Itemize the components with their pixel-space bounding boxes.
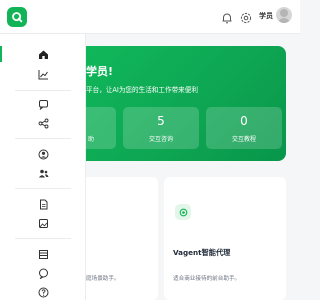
logo-icon[interactable] [7,7,27,27]
sidebar-item-help[interactable] [35,284,51,300]
bell-icon[interactable] [220,10,234,24]
sidebar-item-profile[interactable] [35,146,51,162]
welcome-subtitle: 平台，让AI为您的生活和工作带来便利 [86,86,198,94]
stat-card-tutorials[interactable]: 0 交互教程 [206,107,282,149]
agent-icon [175,204,191,220]
assistant-card-vagent[interactable]: Vagent智能代理 适合商业接待的前台助手。 [164,177,286,300]
sidebar-divider [15,238,71,239]
sidebar-item-documents[interactable] [35,196,51,212]
home-icon [38,50,48,59]
sidebar-item-table[interactable] [35,246,51,262]
sidebar-item-share[interactable] [35,115,51,131]
sidebar-item-messages[interactable] [35,265,51,281]
assistant-card-home[interactable]: 庭场景助手。 [86,177,158,300]
stat-value: 5 [157,114,165,128]
top-bar: 学员 [0,0,300,34]
welcome-banner: 学员! 平台，让AI为您的生活和工作带来便利 助 5 交互咨询 0 交互教程 [86,46,286,161]
sidebar-item-images[interactable] [35,215,51,231]
card-title: Vagent智能代理 [173,248,231,257]
stat-label: 助 [88,136,95,143]
stat-card-consultations[interactable]: 5 交互咨询 [123,107,199,149]
sidebar-divider [15,188,71,189]
sidebar-item-chat[interactable] [35,96,51,112]
user-name[interactable]: 学员 [259,11,273,21]
chart-line-icon [38,69,48,79]
help-icon [38,287,48,297]
avatar[interactable] [276,7,292,23]
card-description: 适合商业接待的前台助手。 [173,276,241,282]
image-icon [38,218,48,228]
welcome-title: 学员! [86,65,114,78]
sidebar-active-indicator [0,46,2,62]
share-icon [38,118,48,128]
stat-value: 0 [240,114,248,128]
document-icon [39,199,47,209]
sidebar-divider [15,90,71,91]
stat-card-assistants[interactable]: 助 [86,107,116,149]
card-description: 庭场景助手。 [86,276,120,282]
user-circle-icon [38,149,48,159]
sidebar-divider [15,138,71,139]
sidebar-item-home[interactable] [35,46,51,62]
sidebar [0,34,86,300]
users-icon [38,169,48,177]
chat-bubble-icon [38,99,48,110]
sidebar-item-stats[interactable] [35,66,51,82]
gear-icon[interactable] [239,10,253,24]
message-icon [38,268,48,279]
sidebar-item-users[interactable] [35,165,51,181]
stat-label: 交互咨询 [148,136,173,143]
stat-label: 交互教程 [231,136,256,143]
table-icon [38,249,48,259]
